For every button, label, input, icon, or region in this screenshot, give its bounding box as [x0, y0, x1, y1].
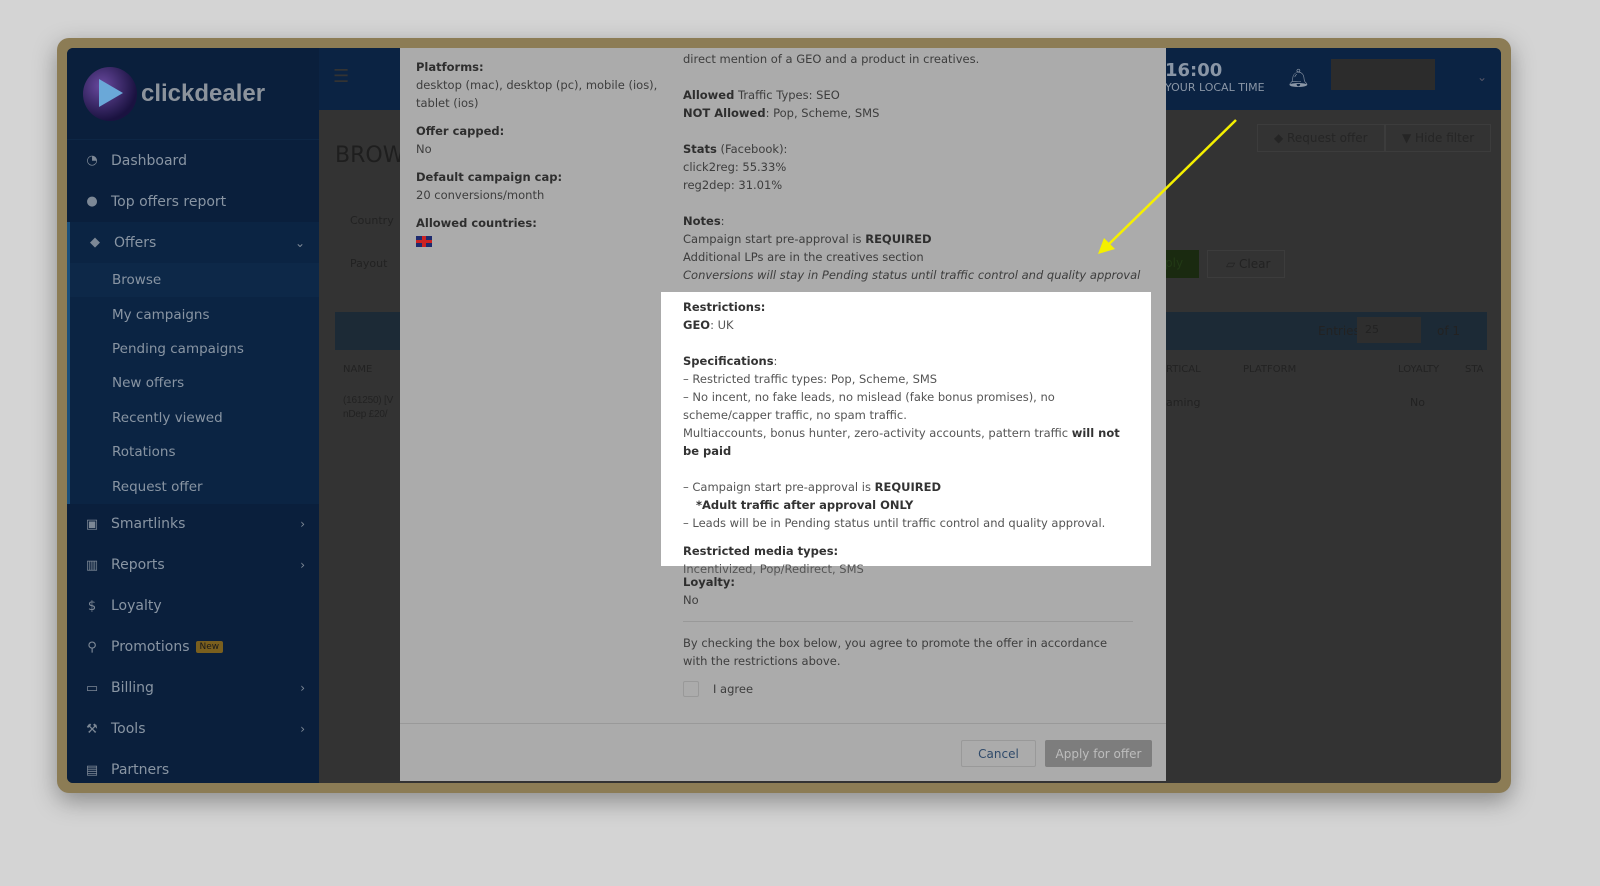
- annotation-arrow: [1098, 119, 1237, 254]
- arrow-line: [1107, 119, 1237, 246]
